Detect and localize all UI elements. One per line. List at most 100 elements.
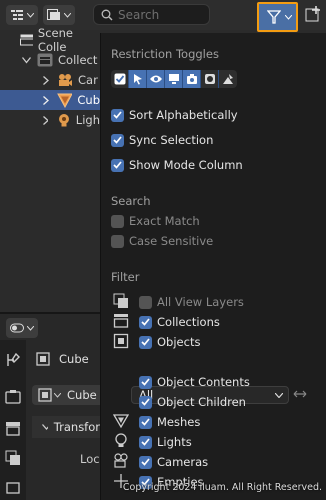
chevron-down-icon (27, 12, 34, 18)
checkbox-checked[interactable] (139, 455, 152, 469)
expand-right-icon[interactable] (43, 75, 49, 85)
invert-filter-icon[interactable] (293, 389, 307, 399)
checkbox-unchecked[interactable] (111, 234, 124, 248)
sync-selection-option[interactable]: Sync Selection (111, 133, 213, 147)
lights-option[interactable]: Lights (139, 435, 192, 449)
transform-panel-header[interactable]: Transfor (32, 416, 100, 438)
checkbox-checked[interactable] (139, 315, 152, 329)
mesh-icon (113, 414, 129, 429)
expand-right-icon[interactable] (43, 115, 49, 125)
display-mode-button[interactable] (43, 5, 75, 25)
outliner-row-light[interactable]: Ligh (0, 110, 100, 130)
checkbox-unchecked[interactable] (139, 295, 152, 309)
outliner-row-collection[interactable]: Collect (0, 50, 100, 70)
toggle-hide-in-viewport[interactable] (147, 70, 165, 88)
object-icon (113, 333, 129, 349)
outliner-label: Collect (58, 53, 98, 67)
scene-tab-icon[interactable] (5, 480, 21, 496)
camera-icon (59, 74, 72, 86)
checkmark-icon (113, 136, 122, 144)
option-label: All View Layers (157, 295, 244, 309)
render-tab-icon[interactable] (5, 389, 21, 405)
object-data-field[interactable]: Cube (32, 385, 100, 405)
toggle-indirect-only[interactable] (219, 70, 237, 88)
toggle-holdout[interactable] (201, 70, 219, 88)
objects-option[interactable]: Objects (139, 335, 200, 349)
checkbox-unchecked[interactable] (111, 214, 124, 228)
object-name-label: Cube (59, 352, 89, 366)
camera-icon (114, 453, 128, 468)
object-children-option[interactable]: Object Children (139, 395, 246, 409)
meshes-option[interactable]: Meshes (139, 415, 200, 429)
checkmark-icon (113, 161, 122, 169)
output-tab-icon[interactable] (5, 420, 21, 436)
indirect-only-icon (223, 74, 233, 84)
outliner-row-scene-collection[interactable]: Scene Colle (0, 26, 100, 54)
view-layer-tab-icon[interactable] (5, 450, 21, 466)
checkbox-checked[interactable] (139, 375, 152, 389)
search-placeholder: Search (118, 8, 160, 22)
checkmark-icon (141, 458, 150, 466)
filter-heading: Filter (111, 270, 140, 284)
checkbox-icon (114, 73, 125, 85)
outliner-icon (11, 10, 23, 20)
outliner-row-camera[interactable]: Car (0, 70, 100, 90)
checkbox-checked[interactable] (139, 335, 152, 349)
checkbox-checked[interactable] (111, 133, 124, 147)
checkbox-checked[interactable] (111, 108, 124, 122)
option-label: Lights (157, 435, 192, 449)
object-icon (38, 388, 52, 402)
toggle-selectable[interactable] (129, 70, 147, 88)
outliner-row-cube[interactable]: Cub (0, 90, 100, 110)
checkbox-checked[interactable] (111, 158, 124, 172)
transform-panel-title: Transfor (53, 420, 100, 434)
outliner-label: Ligh (75, 113, 100, 127)
chevron-down-icon (285, 15, 292, 20)
tool-tab-icon[interactable] (5, 352, 21, 368)
toggle-enable-checkbox[interactable] (111, 70, 129, 88)
all-view-layers-option[interactable]: All View Layers (139, 295, 244, 309)
light-icon (59, 113, 70, 126)
collection-icon (113, 314, 129, 328)
object-contents-option[interactable]: Object Contents (139, 375, 250, 389)
option-label: Object Children (157, 395, 246, 409)
view-layer-icon (113, 293, 128, 308)
filter-button[interactable] (257, 2, 298, 32)
toggle-disable-in-renders[interactable] (183, 70, 201, 88)
exact-match-option[interactable]: Exact Match (111, 214, 200, 228)
view-layer-icon (47, 9, 60, 20)
expand-down-icon[interactable] (22, 56, 31, 64)
case-sensitive-option[interactable]: Case Sensitive (111, 234, 213, 248)
checkbox-checked[interactable] (139, 395, 152, 409)
checkbox-checked[interactable] (139, 435, 152, 449)
search-input[interactable]: Search (93, 4, 210, 25)
cursor-icon (133, 74, 142, 85)
outliner-label: Car (78, 73, 98, 87)
eye-icon (149, 75, 162, 83)
collections-option[interactable]: Collections (139, 315, 220, 329)
new-collection-button[interactable] (305, 5, 322, 24)
outliner-label: Cub (77, 93, 100, 107)
collection-icon (37, 53, 53, 67)
checkmark-icon (141, 418, 150, 426)
editor-type-button[interactable] (6, 5, 38, 25)
show-mode-column-option[interactable]: Show Mode Column (111, 158, 243, 172)
option-label: Object Contents (157, 375, 250, 389)
copyright-watermark: Copyright 2024 iluam. All Right Reserved… (122, 482, 322, 493)
search-heading: Search (111, 194, 151, 208)
checkmark-icon (141, 338, 150, 346)
properties-icon (10, 323, 24, 333)
checkbox-checked[interactable] (139, 415, 152, 429)
toggle-disable-in-viewports[interactable] (165, 70, 183, 88)
option-label: Cameras (157, 455, 209, 469)
cameras-option[interactable]: Cameras (139, 455, 208, 469)
mesh-object-icon (56, 93, 73, 108)
checkmark-icon (113, 111, 122, 119)
filter-icon (267, 10, 281, 24)
properties-editor-type-button[interactable] (6, 318, 38, 338)
new-collection-icon (305, 6, 320, 22)
sort-alphabetically-option[interactable]: Sort Alphabetically (111, 108, 238, 122)
expand-right-icon[interactable] (43, 95, 49, 105)
chevron-down-icon (64, 12, 71, 18)
chevron-down-icon (275, 393, 283, 398)
